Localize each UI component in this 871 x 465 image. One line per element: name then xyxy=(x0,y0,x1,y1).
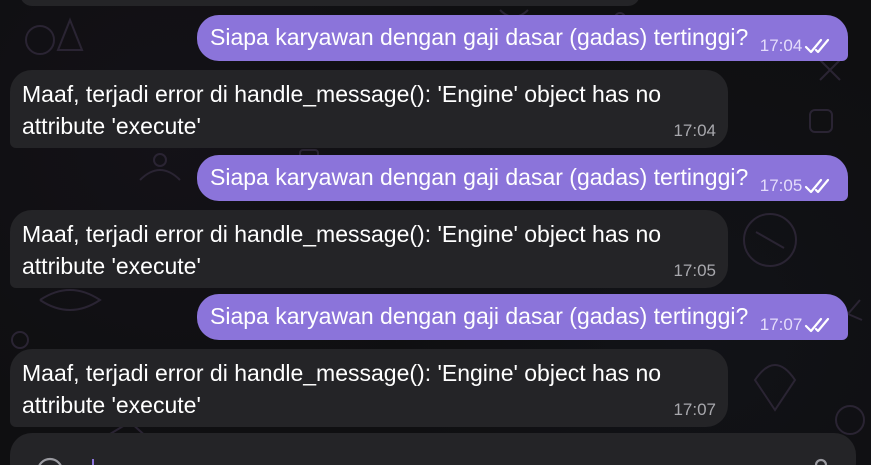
message-time: 17:05 xyxy=(673,261,716,280)
outgoing-message[interactable]: Siapa karyawan dengan gaji dasar (gadas)… xyxy=(197,294,849,340)
message-text: Siapa karyawan dengan gaji dasar (gadas)… xyxy=(210,24,749,50)
incoming-message[interactable]: Maaf, terjadi error di handle_message():… xyxy=(10,70,728,148)
message-text-line: attribute 'execute' xyxy=(22,392,201,418)
message-meta: 17:07 xyxy=(673,400,716,420)
chat-area: Siapa karyawan dengan gaji dasar (gadas)… xyxy=(0,0,871,465)
double-check-icon xyxy=(805,38,830,54)
double-check-icon xyxy=(805,317,830,333)
attach-icon[interactable] xyxy=(810,457,832,465)
message-text: Siapa karyawan dengan gaji dasar (gadas)… xyxy=(210,303,749,329)
message-text-line: Maaf, terjadi error di handle_message():… xyxy=(22,221,662,247)
previous-message-edge xyxy=(20,0,640,6)
message-text-line: Maaf, terjadi error di handle_message():… xyxy=(22,81,662,107)
message-composer[interactable] xyxy=(10,433,856,465)
message-text-line: attribute 'execute' xyxy=(22,253,201,279)
message-meta: 17:04 xyxy=(673,121,716,141)
double-check-icon xyxy=(805,178,830,194)
outgoing-message[interactable]: Siapa karyawan dengan gaji dasar (gadas)… xyxy=(197,155,849,201)
message-time: 17:04 xyxy=(759,36,803,55)
message-text-line: attribute 'execute' xyxy=(22,113,201,139)
message-text-line: Maaf, terjadi error di handle_message():… xyxy=(22,360,662,386)
message-meta: 17:04 xyxy=(760,36,835,56)
outgoing-message[interactable]: Siapa karyawan dengan gaji dasar (gadas)… xyxy=(197,15,849,61)
message-time: 17:07 xyxy=(673,400,716,419)
message-meta: 17:05 xyxy=(760,176,835,196)
message-meta: 17:07 xyxy=(760,315,835,335)
message-text: Siapa karyawan dengan gaji dasar (gadas)… xyxy=(210,164,749,190)
emoji-icon[interactable] xyxy=(36,457,64,465)
message-meta: 17:05 xyxy=(673,261,716,281)
message-time: 17:04 xyxy=(673,121,716,140)
incoming-message[interactable]: Maaf, terjadi error di handle_message():… xyxy=(10,210,728,288)
message-input[interactable] xyxy=(92,459,94,465)
message-time: 17:05 xyxy=(759,176,803,195)
incoming-message[interactable]: Maaf, terjadi error di handle_message():… xyxy=(10,349,728,427)
message-time: 17:07 xyxy=(759,315,803,334)
